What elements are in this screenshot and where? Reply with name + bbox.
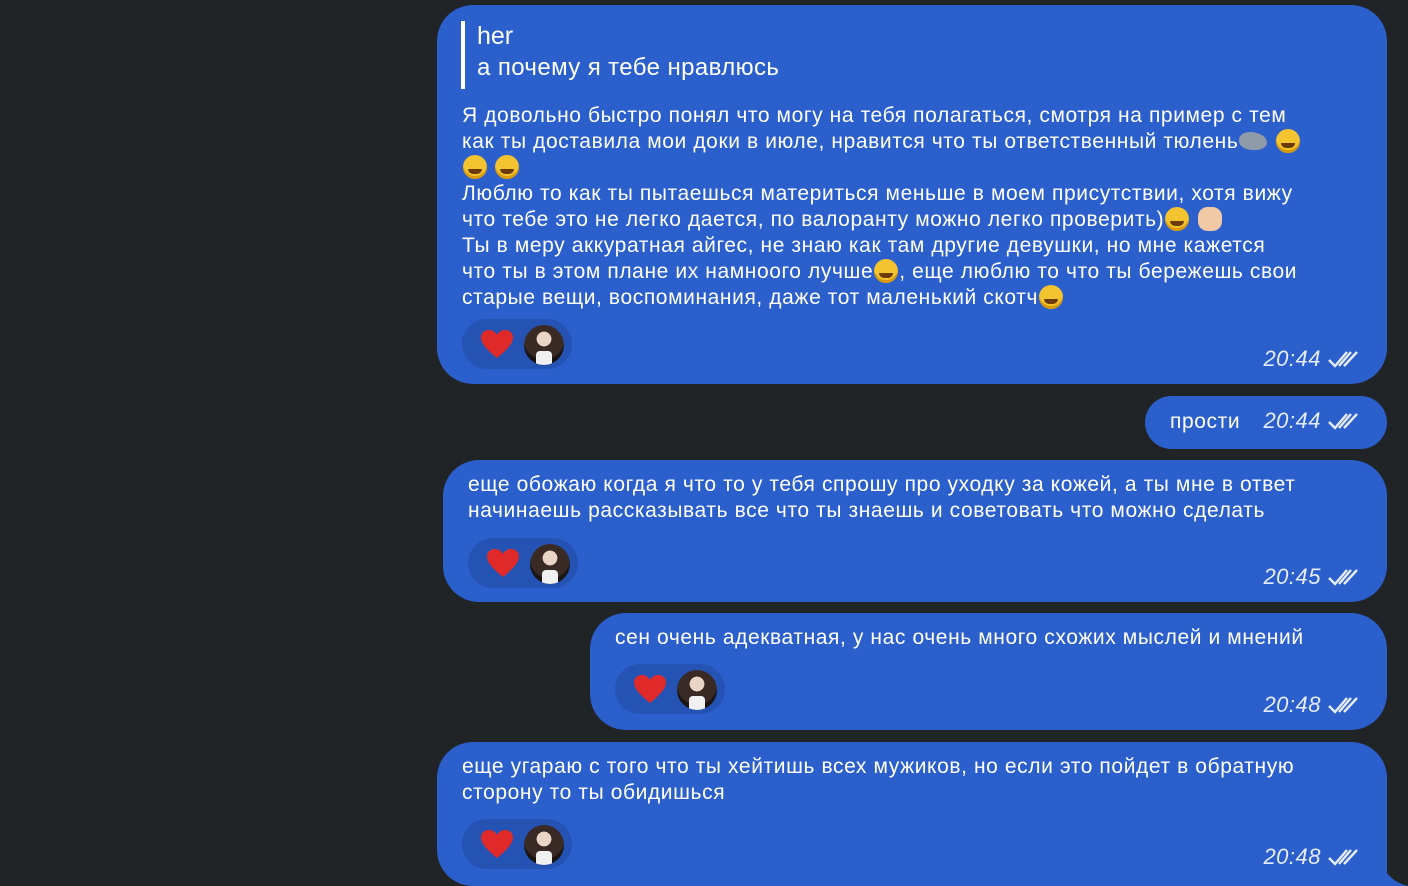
double-check-icon — [1328, 413, 1358, 430]
message-line: что тебе это не легко дается, по валоран… — [462, 208, 1165, 231]
bubble-tail — [1380, 860, 1408, 886]
avatar[interactable] — [524, 325, 564, 365]
avatar[interactable] — [524, 825, 564, 865]
message-text: Я довольно быстро понял что могу на тебя… — [462, 103, 1372, 311]
message-text: еще обожаю когда я что то у тебя спрошу … — [468, 473, 1296, 522]
message-line: Ты в меру аккуратная айгес, не знаю как … — [462, 234, 1266, 257]
reply-quote[interactable]: her а почему я тебе нравлюсь — [461, 21, 779, 89]
message-text: еще угараю с того что ты хейтишь всех му… — [462, 755, 1295, 804]
message-time: 20:44 — [1263, 408, 1321, 433]
chat-view: her а почему я тебе нравлюсь Я довольно … — [0, 0, 1408, 886]
seal-emoji-icon — [1239, 132, 1268, 150]
message-bubble[interactable]: еще угараю с того что ты хейтишь всех му… — [437, 742, 1387, 886]
message-line: Люблю то как ты пытаешься материться мен… — [462, 182, 1293, 205]
message-meta: 20:48 — [1263, 692, 1359, 718]
message-meta: 20:48 — [1263, 844, 1359, 870]
grin-emoji-icon — [463, 155, 487, 179]
star-struck-emoji-icon — [874, 259, 899, 283]
grin-emoji-icon — [495, 155, 520, 179]
heart-icon — [481, 330, 513, 358]
message-text: прости — [1170, 410, 1241, 433]
message-line: старые вещи, воспоминания, даже тот мале… — [462, 286, 1039, 309]
double-check-icon — [1328, 569, 1358, 586]
avatar[interactable] — [677, 670, 717, 710]
message-line: как ты доставила мои доки в июле, нравит… — [462, 130, 1239, 153]
rofl-emoji-icon — [1165, 207, 1190, 231]
reply-text: а почему я тебе нравлюсь — [477, 54, 780, 81]
double-check-icon — [1328, 351, 1358, 368]
grin-emoji-icon — [1275, 129, 1300, 153]
message-bubble[interactable]: сен очень адекватная, у нас очень много … — [590, 613, 1387, 730]
message-line: Я довольно быстро понял что могу на тебя… — [462, 104, 1287, 127]
message-text: сен очень адекватная, у нас очень много … — [615, 626, 1304, 649]
ok-hand-emoji-icon — [1197, 207, 1222, 231]
message-bubble[interactable]: прости 20:44 — [1145, 396, 1387, 449]
reaction-pill[interactable] — [462, 819, 572, 869]
message-meta: 20:44 — [1263, 408, 1359, 434]
avatar[interactable] — [530, 544, 570, 584]
message-meta: 20:44 — [1263, 346, 1359, 372]
reaction-pill[interactable] — [468, 538, 578, 588]
reaction-pill[interactable] — [615, 664, 725, 714]
message-line: , еще люблю то что ты бережешь свои — [899, 260, 1298, 283]
heart-icon — [634, 675, 666, 703]
message-time: 20:48 — [1263, 692, 1321, 717]
smile-emoji-icon — [1039, 285, 1064, 309]
double-check-icon — [1328, 697, 1358, 714]
heart-icon — [481, 830, 513, 858]
message-bubble[interactable]: her а почему я тебе нравлюсь Я довольно … — [437, 5, 1387, 384]
reaction-pill[interactable] — [462, 319, 572, 369]
message-meta: 20:45 — [1263, 564, 1359, 590]
double-check-icon — [1328, 849, 1358, 866]
message-time: 20:45 — [1263, 564, 1321, 589]
message-time: 20:48 — [1263, 844, 1321, 869]
message-line: что ты в этом плане их намноого лучше — [462, 260, 874, 283]
reply-author: her — [477, 22, 514, 50]
message-time: 20:44 — [1263, 346, 1321, 371]
heart-icon — [487, 549, 519, 577]
message-bubble[interactable]: еще обожаю когда я что то у тебя спрошу … — [443, 460, 1387, 602]
